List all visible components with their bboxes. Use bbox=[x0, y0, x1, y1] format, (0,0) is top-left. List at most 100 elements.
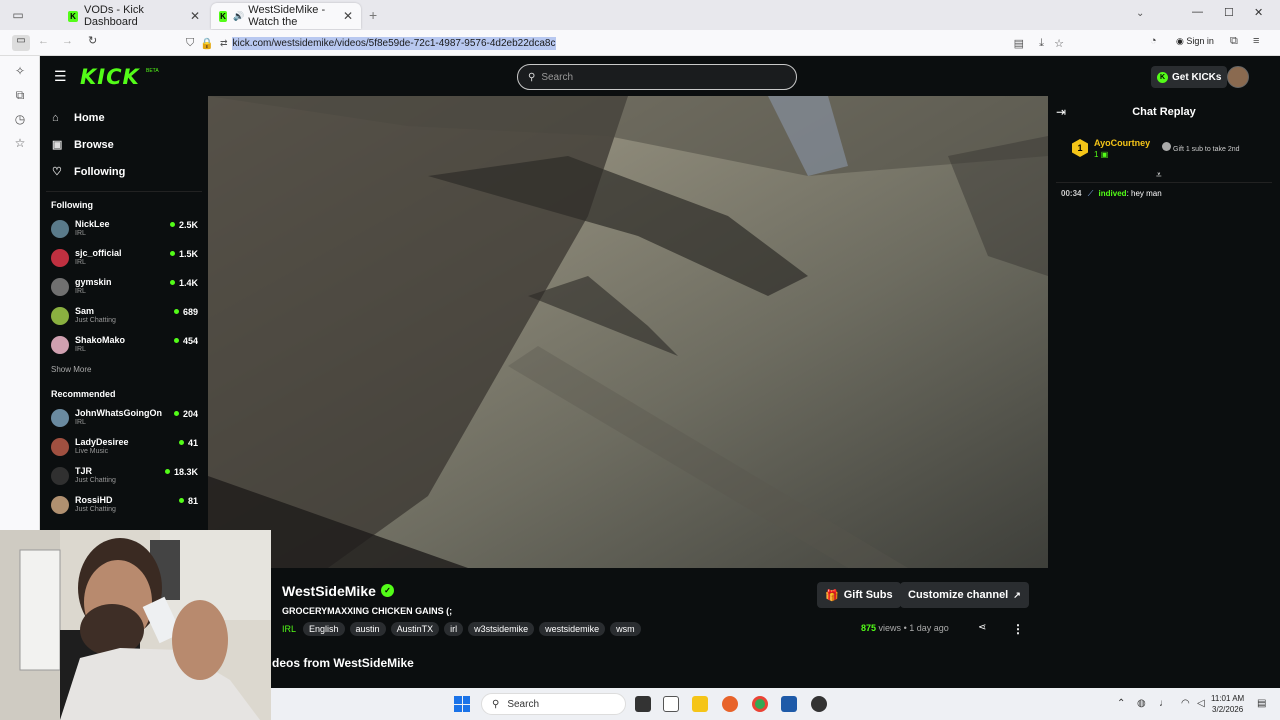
clock[interactable]: 11:01 AM 3/2/2026 bbox=[1211, 693, 1244, 715]
sidebar-channel-nicklee[interactable]: NickLee IRL 2.5K bbox=[40, 214, 208, 243]
gift-count-value: 1 bbox=[1094, 150, 1099, 159]
tag[interactable]: wsm bbox=[610, 622, 641, 636]
message-user[interactable]: indived bbox=[1099, 189, 1127, 198]
bookmark-star-icon[interactable]: ☆ bbox=[1054, 37, 1064, 50]
menu-icon[interactable]: ≡ bbox=[1253, 35, 1259, 47]
gift-icon: ▣ bbox=[1100, 150, 1109, 159]
obs-icon[interactable] bbox=[811, 696, 827, 712]
address-bar[interactable]: ⛉ 🔒 ⇄ kick.com/westsidemike/videos/5f8e5… bbox=[186, 33, 1070, 53]
channel-category: IRL bbox=[75, 258, 86, 266]
tag[interactable]: westsidemike bbox=[539, 622, 606, 636]
sidebar-channel-rossihd[interactable]: RossiHD Just Chatting 81 bbox=[40, 490, 208, 519]
lock-icon[interactable]: 🔒 bbox=[200, 37, 214, 50]
task-view-icon[interactable] bbox=[635, 696, 651, 712]
tag[interactable]: irl bbox=[444, 622, 464, 636]
sidebar-channel-sjc-official[interactable]: sjc_official IRL 1.5K bbox=[40, 243, 208, 272]
save-icon[interactable]: ⤓ bbox=[1039, 37, 1044, 50]
start-icon[interactable] bbox=[454, 696, 470, 712]
sidebar-channel-johnwhatsgoingon[interactable]: JohnWhatsGoingOn IRL 204 bbox=[40, 403, 208, 432]
gift-count: 1 ▣ bbox=[1094, 150, 1108, 159]
tab-vods-dashboard[interactable]: K VODs - Kick Dashboard ✕ bbox=[60, 3, 208, 29]
reload-icon[interactable]: ↻ bbox=[88, 34, 97, 47]
kick-favicon-icon: K bbox=[219, 10, 228, 22]
customize-channel-button[interactable]: Customize channel ↗ bbox=[900, 582, 1029, 608]
video-player[interactable] bbox=[208, 96, 1048, 568]
tab-list-icon[interactable]: ▭ bbox=[0, 8, 36, 22]
speaker-icon[interactable]: 🔊 bbox=[233, 11, 244, 22]
new-tab-icon[interactable]: + bbox=[369, 7, 377, 23]
leaderboard-user[interactable]: AyoCourtney bbox=[1094, 138, 1150, 148]
nav-browse[interactable]: ▣ Browse bbox=[40, 131, 208, 158]
sidebar-channel-shakomako[interactable]: ShakoMako IRL 454 bbox=[40, 330, 208, 359]
forward-icon[interactable]: → bbox=[62, 35, 73, 47]
show-more-link[interactable]: Show More bbox=[40, 359, 208, 381]
reader-view-icon[interactable]: ▤ bbox=[1014, 37, 1024, 50]
taskbar-search[interactable]: ⚲ Search bbox=[481, 693, 626, 715]
back-icon[interactable]: ← bbox=[38, 35, 49, 47]
tag[interactable]: w3stsidemike bbox=[468, 622, 535, 636]
microphone-icon[interactable]: ♩ bbox=[1159, 698, 1169, 709]
webcam-image bbox=[0, 530, 271, 720]
tabs-icon[interactable]: ⧉ bbox=[0, 83, 40, 107]
sidebar-channel-tjr[interactable]: TJR Just Chatting 18.3K bbox=[40, 461, 208, 490]
search-placeholder: Search bbox=[541, 71, 574, 83]
recommended-heading: Recommended bbox=[51, 389, 116, 399]
category-link[interactable]: IRL bbox=[282, 624, 296, 634]
sign-in-button[interactable]: ◉ Sign in bbox=[1176, 36, 1214, 47]
kick-logo[interactable]: KICK bbox=[80, 65, 140, 89]
close-window-icon[interactable]: ✕ bbox=[1254, 6, 1263, 19]
video-frame bbox=[208, 96, 1048, 568]
ai-chat-icon[interactable]: ✧ bbox=[0, 59, 40, 83]
search-input[interactable]: ⚲ Search bbox=[517, 64, 797, 90]
tray-overflow-icon[interactable]: ⌃ bbox=[1117, 698, 1125, 709]
tab-overflow-icon[interactable]: ⌄ bbox=[1136, 8, 1144, 19]
bookmarks-icon[interactable]: ☆ bbox=[0, 131, 40, 155]
firefox-icon[interactable] bbox=[722, 696, 738, 712]
history-icon[interactable]: ◷ bbox=[0, 107, 40, 131]
sidebar-toggle-icon[interactable]: ▭ bbox=[12, 35, 30, 51]
notepad-icon[interactable] bbox=[663, 696, 679, 712]
tray-app-icon[interactable]: ◍ bbox=[1137, 698, 1146, 709]
share-icon[interactable]: ⋖ bbox=[978, 622, 986, 633]
sidebar-channel-sam[interactable]: Sam Just Chatting 689 bbox=[40, 301, 208, 330]
extensions-icon[interactable]: ⧉ bbox=[1230, 35, 1238, 48]
channel-category: IRL bbox=[75, 287, 86, 295]
minimize-icon[interactable]: — bbox=[1192, 6, 1203, 18]
get-kicks-button[interactable]: K Get KICKs bbox=[1151, 66, 1228, 88]
gift-subs-button[interactable]: 🎁 Gift Subs bbox=[817, 582, 901, 608]
notifications-icon[interactable]: ▤ bbox=[1257, 698, 1266, 709]
tab-westsidemike[interactable]: K 🔊 WestSideMike - Watch the ✕ bbox=[211, 3, 361, 29]
wifi-icon[interactable]: ◠ bbox=[1181, 698, 1190, 709]
file-explorer-icon[interactable] bbox=[692, 696, 708, 712]
badge-icon: ⟋ bbox=[1087, 189, 1094, 198]
chrome-icon[interactable] bbox=[752, 696, 768, 712]
account-sync-icon[interactable]: ◔ bbox=[1150, 35, 1157, 47]
close-tab-icon[interactable]: ✕ bbox=[343, 9, 353, 23]
url-text[interactable]: kick.com/westsidemike/videos/5f8e59de-72… bbox=[231, 36, 557, 50]
app-icon[interactable] bbox=[781, 696, 797, 712]
nav-browse-label: Browse bbox=[74, 138, 114, 151]
close-tab-icon[interactable]: ✕ bbox=[190, 9, 200, 23]
user-avatar[interactable] bbox=[1227, 66, 1249, 88]
tag[interactable]: English bbox=[303, 622, 345, 636]
channel-category: IRL bbox=[75, 229, 86, 237]
channel-name[interactable]: WestSideMike bbox=[282, 583, 376, 599]
gift-cta[interactable]: Gift 1 sub to take 2nd bbox=[1162, 142, 1252, 154]
sidebar-channel-gymskin[interactable]: gymskin IRL 1.4K bbox=[40, 272, 208, 301]
hamburger-menu-icon[interactable]: ☰ bbox=[54, 68, 67, 85]
tag[interactable]: AustinTX bbox=[390, 622, 440, 636]
channel-name: gymskin bbox=[75, 276, 112, 287]
tag[interactable]: austin bbox=[349, 622, 386, 636]
shield-icon[interactable]: ⛉ bbox=[186, 37, 194, 50]
sidebar-channel-ladydesiree[interactable]: LadyDesiree Live Music 41 bbox=[40, 432, 208, 461]
volume-icon[interactable]: ◁ bbox=[1197, 698, 1205, 709]
nav-home[interactable]: ⌂ Home bbox=[40, 104, 208, 131]
permissions-icon[interactable]: ⇄ bbox=[220, 38, 228, 49]
more-options-icon[interactable]: ⋮ bbox=[1012, 622, 1024, 636]
expand-icon[interactable]: ⩡ bbox=[1156, 170, 1162, 181]
webcam-overlay bbox=[0, 530, 271, 720]
nav-following[interactable]: ♡ Following bbox=[40, 158, 208, 185]
rank-badge: 1 bbox=[1072, 139, 1088, 157]
channel-avatar bbox=[51, 277, 69, 296]
maximize-icon[interactable]: ☐ bbox=[1224, 6, 1234, 19]
